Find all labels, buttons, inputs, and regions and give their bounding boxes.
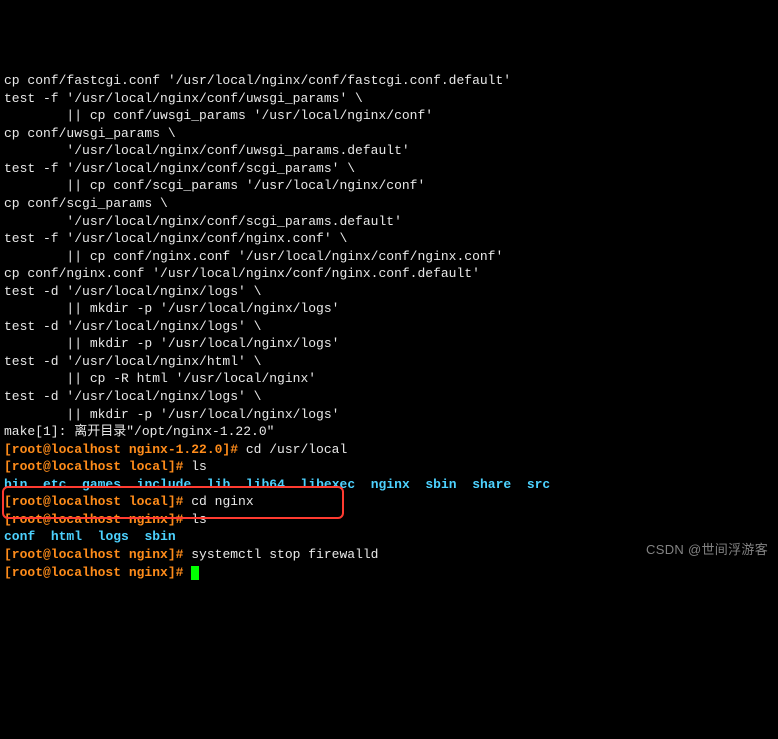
terminal-line: [root@localhost local]# cd nginx — [4, 493, 774, 511]
terminal-line: make[1]: 离开目录"/opt/nginx-1.22.0" — [4, 423, 774, 441]
output-text: test -d '/usr/local/nginx/html' \ — [4, 354, 261, 369]
terminal-line: [root@localhost nginx-1.22.0]# cd /usr/l… — [4, 441, 774, 459]
prompt: [root@localhost nginx-1.22.0]# — [4, 442, 238, 457]
terminal-line: || cp -R html '/usr/local/nginx' — [4, 370, 774, 388]
dir-entry: libexec — [301, 477, 356, 492]
terminal-line: test -d '/usr/local/nginx/logs' \ — [4, 318, 774, 336]
dir-entry: games — [82, 477, 121, 492]
terminal-line: [root@localhost nginx]# ls — [4, 511, 774, 529]
output-text: test -d '/usr/local/nginx/logs' \ — [4, 389, 261, 404]
dir-entry: html — [51, 529, 82, 544]
output-text: || cp -R html '/usr/local/nginx' — [4, 371, 316, 386]
terminal-line: || cp conf/nginx.conf '/usr/local/nginx/… — [4, 248, 774, 266]
command — [183, 565, 191, 580]
dir-entry: logs — [98, 529, 129, 544]
terminal-line: || mkdir -p '/usr/local/nginx/logs' — [4, 335, 774, 353]
command: cd nginx — [183, 494, 253, 509]
command: ls — [183, 459, 206, 474]
terminal-line: cp conf/scgi_params \ — [4, 195, 774, 213]
output-text: '/usr/local/nginx/conf/uwsgi_params.defa… — [4, 143, 410, 158]
dir-entry: bin — [4, 477, 27, 492]
output-text: || mkdir -p '/usr/local/nginx/logs' — [4, 407, 339, 422]
output-text: test -d '/usr/local/nginx/logs' \ — [4, 319, 261, 334]
output-text: cp conf/scgi_params \ — [4, 196, 168, 211]
dir-entry: include — [137, 477, 192, 492]
terminal-line: || cp conf/uwsgi_params '/usr/local/ngin… — [4, 107, 774, 125]
terminal-line: test -d '/usr/local/nginx/logs' \ — [4, 283, 774, 301]
dir-entry: share — [472, 477, 511, 492]
ls-output-local: bin etc games include lib lib64 libexec … — [4, 476, 774, 494]
output-text: || mkdir -p '/usr/local/nginx/logs' — [4, 336, 339, 351]
terminal-line: test -f '/usr/local/nginx/conf/scgi_para… — [4, 160, 774, 178]
terminal-output[interactable]: cp conf/fastcgi.conf '/usr/local/nginx/c… — [4, 72, 774, 581]
command: cd /usr/local — [238, 442, 347, 457]
output-text: test -d '/usr/local/nginx/logs' \ — [4, 284, 261, 299]
output-text: || cp conf/uwsgi_params '/usr/local/ngin… — [4, 108, 433, 123]
terminal-line: '/usr/local/nginx/conf/scgi_params.defau… — [4, 213, 774, 231]
dir-entry: lib — [207, 477, 230, 492]
dir-entry: src — [527, 477, 550, 492]
output-text: || cp conf/scgi_params '/usr/local/nginx… — [4, 178, 425, 193]
terminal-line: test -f '/usr/local/nginx/conf/uwsgi_par… — [4, 90, 774, 108]
terminal-line: [root@localhost nginx]# — [4, 564, 774, 582]
terminal-line: cp conf/fastcgi.conf '/usr/local/nginx/c… — [4, 72, 774, 90]
terminal-line: test -d '/usr/local/nginx/html' \ — [4, 353, 774, 371]
cursor[interactable] — [191, 566, 199, 580]
output-text: '/usr/local/nginx/conf/scgi_params.defau… — [4, 214, 402, 229]
output-text: cp conf/fastcgi.conf '/usr/local/nginx/c… — [4, 73, 511, 88]
prompt: [root@localhost local]# — [4, 494, 183, 509]
terminal-line: cp conf/uwsgi_params \ — [4, 125, 774, 143]
terminal-line: test -f '/usr/local/nginx/conf/nginx.con… — [4, 230, 774, 248]
output-text: test -f '/usr/local/nginx/conf/uwsgi_par… — [4, 91, 363, 106]
prompt: [root@localhost nginx]# — [4, 565, 183, 580]
output-text: || cp conf/nginx.conf '/usr/local/nginx/… — [4, 249, 503, 264]
command: ls — [183, 512, 206, 527]
terminal-line: || cp conf/scgi_params '/usr/local/nginx… — [4, 177, 774, 195]
terminal-line: cp conf/nginx.conf '/usr/local/nginx/con… — [4, 265, 774, 283]
output-text: cp conf/nginx.conf '/usr/local/nginx/con… — [4, 266, 480, 281]
prompt: [root@localhost nginx]# — [4, 547, 183, 562]
terminal-line: test -d '/usr/local/nginx/logs' \ — [4, 388, 774, 406]
watermark-text: CSDN @世间浮游客 — [646, 541, 768, 559]
terminal-line: [root@localhost local]# ls — [4, 458, 774, 476]
output-text: cp conf/uwsgi_params \ — [4, 126, 176, 141]
terminal-line: '/usr/local/nginx/conf/uwsgi_params.defa… — [4, 142, 774, 160]
prompt: [root@localhost nginx]# — [4, 512, 183, 527]
prompt: [root@localhost local]# — [4, 459, 183, 474]
command: systemctl stop firewalld — [183, 547, 378, 562]
dir-entry: conf — [4, 529, 35, 544]
dir-entry: sbin — [425, 477, 456, 492]
terminal-line: || mkdir -p '/usr/local/nginx/logs' — [4, 406, 774, 424]
output-text: make[1]: 离开目录"/opt/nginx-1.22.0" — [4, 424, 274, 439]
dir-entry: lib64 — [246, 477, 285, 492]
output-text: test -f '/usr/local/nginx/conf/scgi_para… — [4, 161, 355, 176]
output-text: test -f '/usr/local/nginx/conf/nginx.con… — [4, 231, 347, 246]
dir-entry: etc — [43, 477, 66, 492]
dir-entry: nginx — [371, 477, 410, 492]
terminal-line: || mkdir -p '/usr/local/nginx/logs' — [4, 300, 774, 318]
dir-entry: sbin — [144, 529, 175, 544]
output-text: || mkdir -p '/usr/local/nginx/logs' — [4, 301, 339, 316]
